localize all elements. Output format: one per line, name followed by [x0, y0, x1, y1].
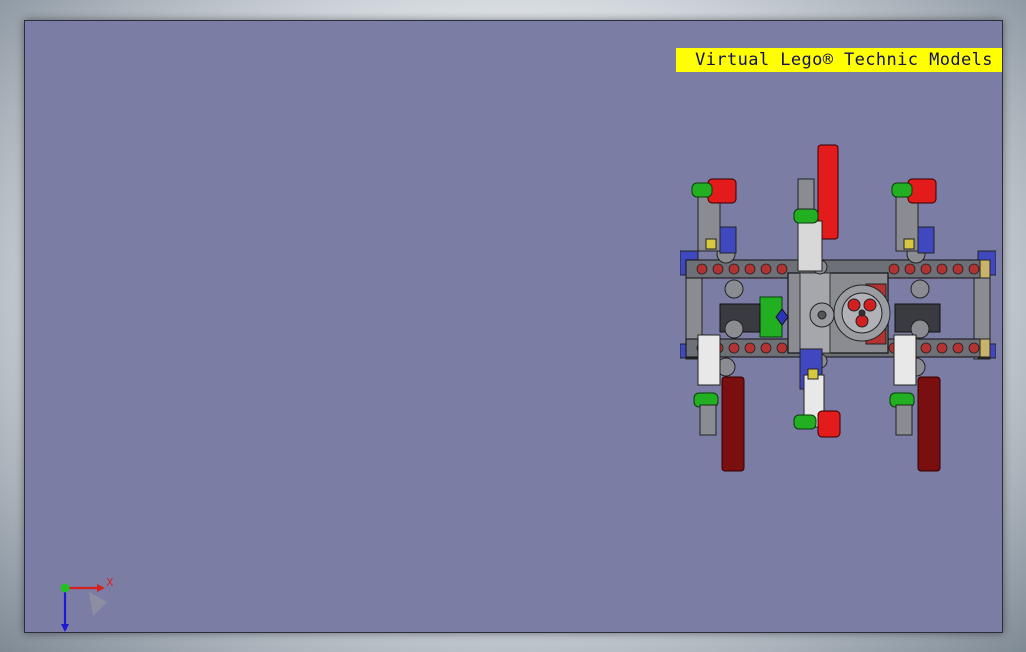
- leg-upper-left: [691, 178, 737, 254]
- leg-upper-center: [793, 144, 839, 272]
- leg-upper-right: [891, 178, 937, 254]
- origin-point-icon: [60, 583, 70, 593]
- small-gear: [809, 302, 835, 328]
- x-axis-label: X: [106, 576, 114, 589]
- large-gear: [833, 284, 891, 342]
- coordinate-triad: X: [60, 576, 114, 632]
- 3d-viewport[interactable]: Virtual Lego® Technic Models X: [24, 20, 1003, 633]
- lego-technic-model[interactable]: [680, 139, 996, 475]
- title-banner: Virtual Lego® Technic Models: [676, 48, 1002, 72]
- leg-lower-center: [793, 348, 841, 438]
